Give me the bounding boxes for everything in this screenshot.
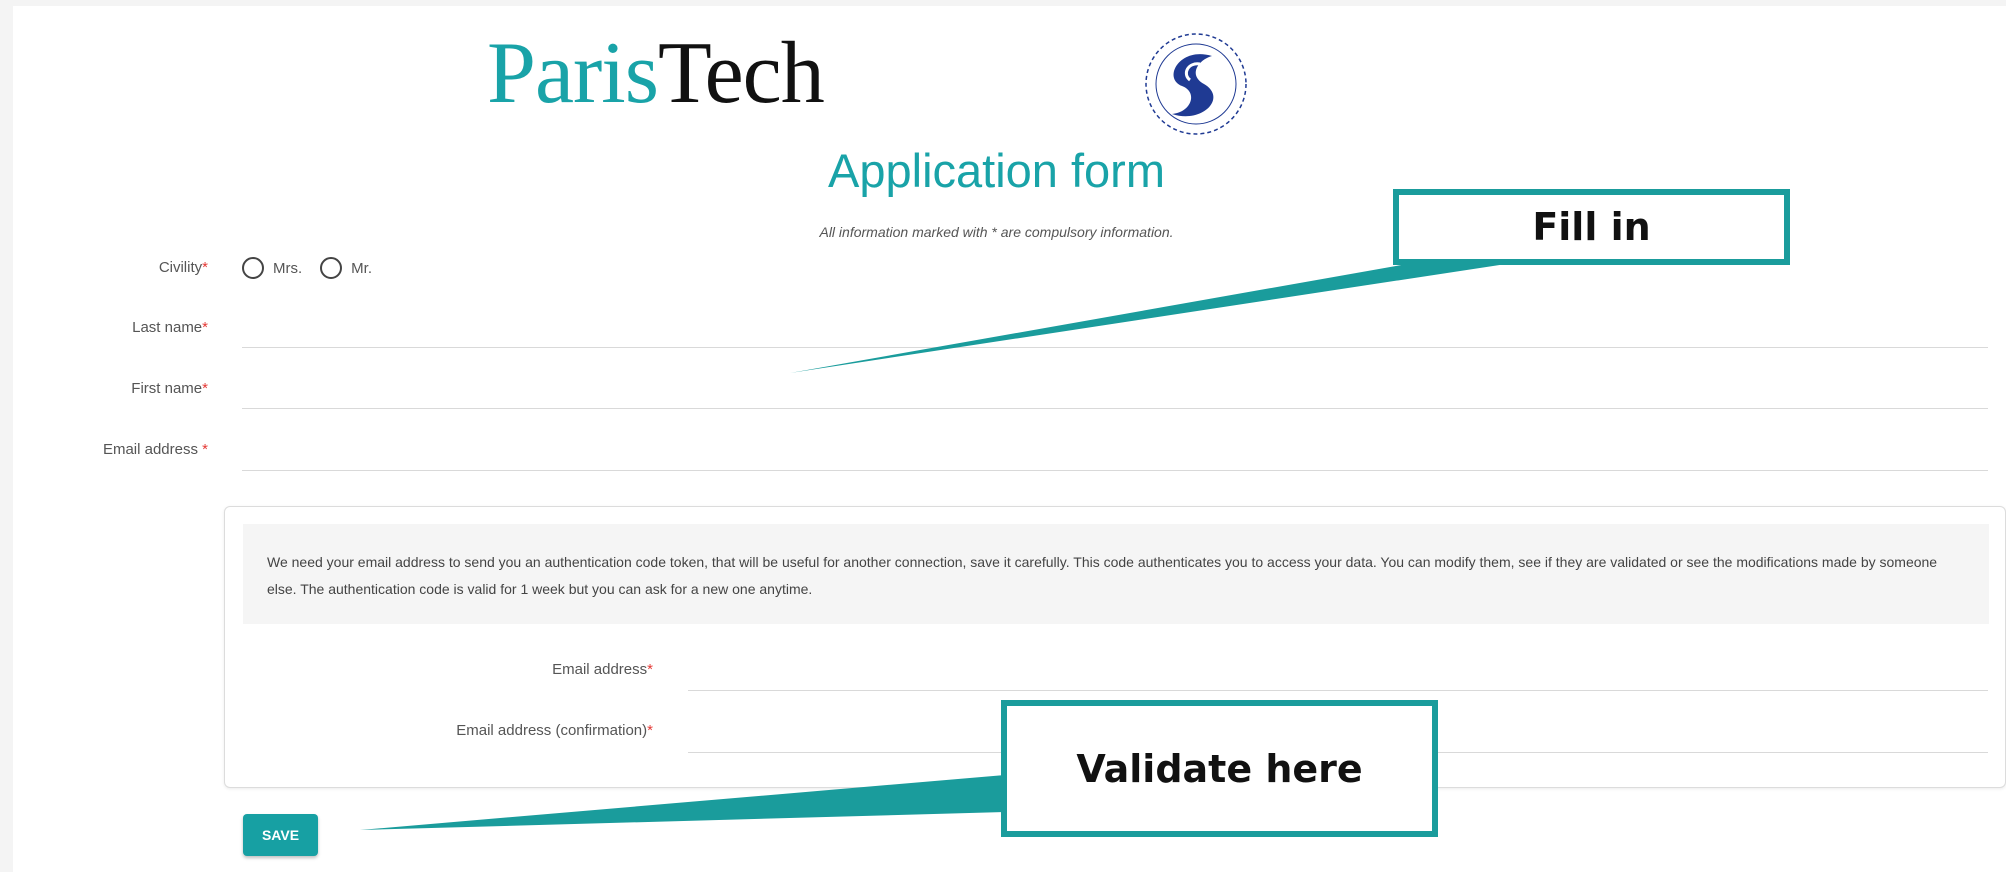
radio-mrs[interactable] bbox=[242, 257, 264, 279]
paristech-logo: ParisTech bbox=[487, 25, 825, 122]
save-button[interactable]: SAVE bbox=[243, 814, 318, 856]
civility-label: Civility* bbox=[158, 259, 208, 276]
last-name-input[interactable] bbox=[242, 306, 1988, 346]
panel-email-input[interactable] bbox=[688, 650, 1988, 690]
validate-here-callout: Validate here bbox=[1001, 700, 1438, 837]
panel-email-underline bbox=[688, 690, 1988, 691]
email-underline bbox=[242, 470, 1988, 471]
panel-email-label: Email address* bbox=[552, 661, 653, 678]
info-text: We need your email address to send you a… bbox=[267, 554, 1938, 597]
last-name-label: Last name* bbox=[132, 319, 208, 336]
panel-email-confirm-label: Email address (confirmation)* bbox=[456, 722, 653, 739]
first-name-label: First name* bbox=[131, 380, 208, 397]
first-name-input[interactable] bbox=[242, 368, 1988, 408]
radio-mrs-label: Mrs. bbox=[273, 259, 303, 277]
email-input[interactable] bbox=[242, 429, 1988, 469]
radio-mr[interactable] bbox=[320, 257, 343, 279]
last-name-underline bbox=[242, 347, 1988, 348]
csc-logo-icon bbox=[1144, 32, 1248, 136]
radio-mr-label: Mr. bbox=[351, 259, 373, 277]
fill-in-callout: Fill in bbox=[1393, 189, 1790, 265]
email-label: Email address * bbox=[102, 441, 208, 458]
civility-radio-group: Mrs. Mr. bbox=[242, 257, 390, 279]
first-name-underline bbox=[242, 408, 1988, 409]
